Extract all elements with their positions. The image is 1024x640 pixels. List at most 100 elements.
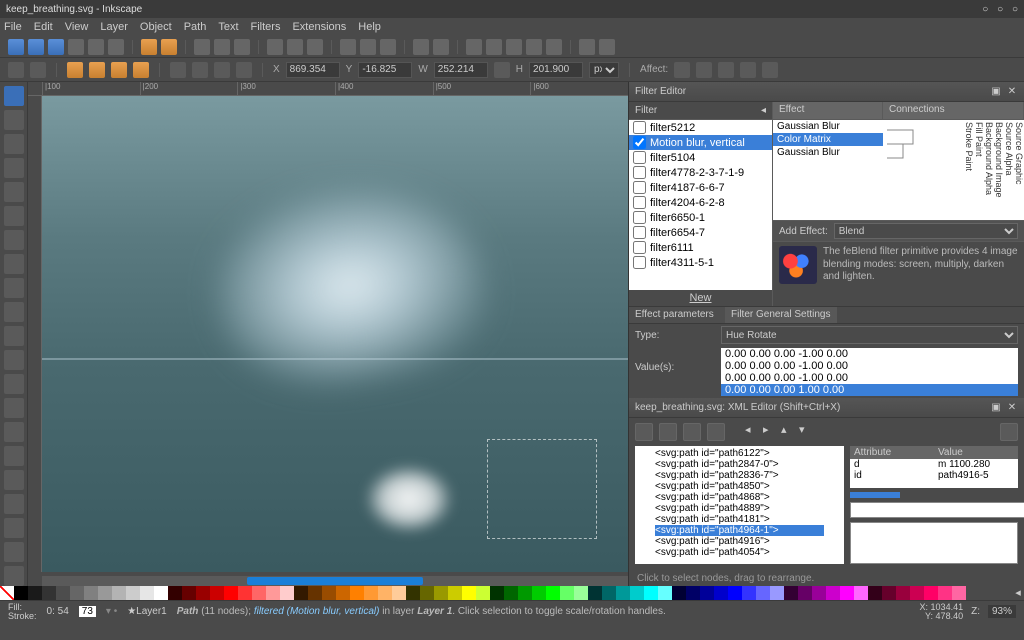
affect-gradient-icon[interactable] bbox=[740, 62, 756, 78]
color-swatch[interactable] bbox=[378, 586, 392, 600]
cut-icon[interactable] bbox=[234, 39, 250, 55]
xml-icon[interactable] bbox=[506, 39, 522, 55]
color-swatch[interactable] bbox=[560, 586, 574, 600]
color-swatch[interactable] bbox=[826, 586, 840, 600]
color-swatch[interactable] bbox=[546, 586, 560, 600]
affect-pattern-icon[interactable] bbox=[762, 62, 778, 78]
layer-indicator[interactable]: ★Layer1 bbox=[127, 606, 167, 617]
calligraphy-tool[interactable] bbox=[4, 374, 24, 394]
filter-checkbox[interactable] bbox=[633, 241, 646, 254]
filter-item[interactable]: filter4778-2-3-7-1-9 bbox=[629, 165, 772, 180]
color-swatch[interactable] bbox=[714, 586, 728, 600]
panel-undock-icon[interactable]: ▣ bbox=[990, 402, 1002, 413]
xml-node[interactable]: <svg:path id="path4916"> bbox=[655, 536, 824, 547]
spray-tool[interactable] bbox=[4, 422, 24, 442]
filter-checkbox[interactable] bbox=[633, 151, 646, 164]
filter-item[interactable]: filter4187-6-6-7 bbox=[629, 180, 772, 195]
color-swatch[interactable] bbox=[896, 586, 910, 600]
attribute-table[interactable]: AttributeValue dm 1100.280 idpath4916-5 bbox=[850, 446, 1018, 488]
filter-settings-tab[interactable]: Filter General Settings bbox=[725, 307, 837, 323]
color-swatch[interactable] bbox=[434, 586, 448, 600]
menu-view[interactable]: View bbox=[65, 21, 89, 33]
undo-icon[interactable] bbox=[141, 39, 157, 55]
move-up-icon[interactable]: ▴ bbox=[781, 423, 793, 441]
effect-primitive[interactable]: Gaussian Blur bbox=[773, 120, 883, 133]
panel-undock-icon[interactable]: ▣ bbox=[990, 86, 1002, 97]
xml-node[interactable]: <svg:path id="path4054"> bbox=[655, 547, 824, 558]
lock-aspect-icon[interactable] bbox=[494, 62, 510, 78]
pencil-tool[interactable] bbox=[4, 326, 24, 346]
docprops-icon[interactable] bbox=[599, 39, 615, 55]
text-icon[interactable] bbox=[486, 39, 502, 55]
clone-icon[interactable] bbox=[360, 39, 376, 55]
redo-icon[interactable] bbox=[161, 39, 177, 55]
color-swatch[interactable] bbox=[238, 586, 252, 600]
spiral-tool[interactable] bbox=[4, 302, 24, 322]
menu-help[interactable]: Help bbox=[358, 21, 381, 33]
color-swatch[interactable] bbox=[308, 586, 322, 600]
lower-bottom-icon[interactable] bbox=[236, 62, 252, 78]
deselect-icon[interactable] bbox=[30, 62, 46, 78]
effect-primitive[interactable]: Gaussian Blur bbox=[773, 146, 883, 159]
filter-item[interactable]: filter6111 bbox=[629, 240, 772, 255]
x-input[interactable] bbox=[286, 62, 340, 78]
color-swatch[interactable] bbox=[784, 586, 798, 600]
effect-params-tab[interactable]: Effect parameters bbox=[629, 307, 725, 323]
filter-item[interactable]: filter5104 bbox=[629, 150, 772, 165]
affect-move-icon[interactable] bbox=[674, 62, 690, 78]
open-icon[interactable] bbox=[28, 39, 44, 55]
color-swatch[interactable] bbox=[644, 586, 658, 600]
color-swatch[interactable] bbox=[532, 586, 546, 600]
delete-node-icon[interactable] bbox=[707, 423, 725, 441]
filter-checkbox[interactable] bbox=[633, 181, 646, 194]
xml-node[interactable]: <svg:path id="path6122"> bbox=[655, 448, 824, 459]
values-matrix[interactable]: 0.00 0.00 0.00 -1.00 0.000.00 0.00 0.00 … bbox=[721, 348, 1018, 396]
color-swatch[interactable] bbox=[728, 586, 742, 600]
color-swatch[interactable] bbox=[574, 586, 588, 600]
color-swatch[interactable] bbox=[770, 586, 784, 600]
color-swatch[interactable] bbox=[840, 586, 854, 600]
opacity-value[interactable]: 0: 54 bbox=[47, 606, 69, 617]
filter-item[interactable]: filter5212 bbox=[629, 120, 772, 135]
align-icon[interactable] bbox=[526, 39, 542, 55]
layers-icon[interactable] bbox=[546, 39, 562, 55]
filter-checkbox[interactable] bbox=[633, 166, 646, 179]
color-swatch[interactable] bbox=[924, 586, 938, 600]
y-input[interactable] bbox=[358, 62, 412, 78]
new-element-icon[interactable] bbox=[635, 423, 653, 441]
add-effect-select[interactable]: Blend bbox=[834, 223, 1018, 239]
filter-checkbox[interactable] bbox=[633, 121, 646, 134]
zoom-drawing-icon[interactable] bbox=[307, 39, 323, 55]
copy-icon[interactable] bbox=[194, 39, 210, 55]
color-swatch[interactable] bbox=[224, 586, 238, 600]
filter-item[interactable]: filter6654-7 bbox=[629, 225, 772, 240]
effect-primitive[interactable]: Color Matrix bbox=[773, 133, 883, 146]
rotate-ccw-icon[interactable] bbox=[67, 62, 83, 78]
paste-icon[interactable] bbox=[214, 39, 230, 55]
palette-menu-icon[interactable]: ◂ bbox=[1012, 586, 1024, 600]
color-swatch[interactable] bbox=[476, 586, 490, 600]
prefs-icon[interactable] bbox=[579, 39, 595, 55]
color-swatch[interactable] bbox=[518, 586, 532, 600]
tweak-tool[interactable] bbox=[4, 134, 24, 154]
lpe-tool[interactable] bbox=[4, 566, 24, 586]
color-swatch[interactable] bbox=[756, 586, 770, 600]
color-swatch[interactable] bbox=[56, 586, 70, 600]
color-swatch[interactable] bbox=[266, 586, 280, 600]
no-color-swatch[interactable] bbox=[0, 586, 14, 600]
unlink-icon[interactable] bbox=[380, 39, 396, 55]
color-swatch[interactable] bbox=[462, 586, 476, 600]
color-swatch[interactable] bbox=[630, 586, 644, 600]
selection-box[interactable] bbox=[487, 439, 597, 539]
color-swatch[interactable] bbox=[364, 586, 378, 600]
color-swatch[interactable] bbox=[28, 586, 42, 600]
canvas[interactable] bbox=[42, 96, 628, 572]
color-swatch[interactable] bbox=[126, 586, 140, 600]
export-icon[interactable] bbox=[108, 39, 124, 55]
xml-node[interactable]: <svg:path id="path2847-0"> bbox=[655, 459, 824, 470]
horizontal-scrollbar[interactable] bbox=[42, 576, 628, 586]
color-swatch[interactable] bbox=[392, 586, 406, 600]
panel-close-icon[interactable]: ✕ bbox=[1006, 86, 1018, 97]
move-down-icon[interactable]: ▾ bbox=[799, 423, 811, 441]
panel-close-icon[interactable]: ✕ bbox=[1006, 402, 1018, 413]
